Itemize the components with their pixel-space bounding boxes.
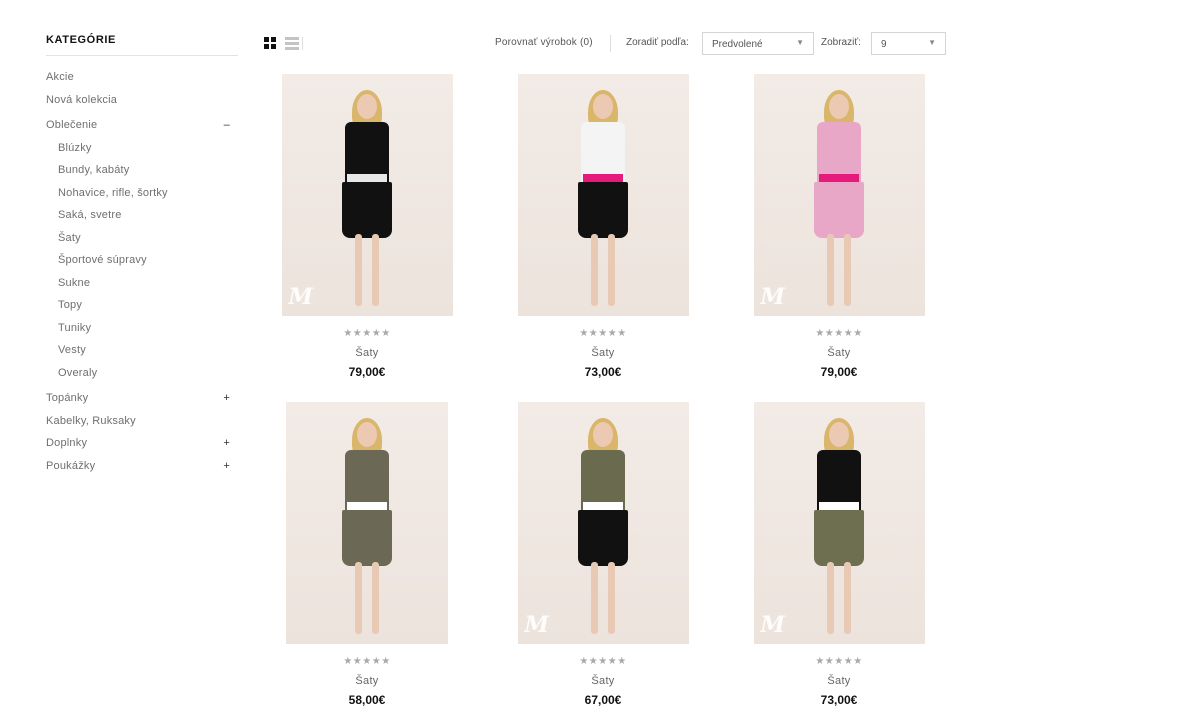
product-price: 73,00€ <box>820 693 858 707</box>
product-card[interactable]: ★★★★★ Šaty 58,00€ <box>249 402 485 707</box>
product-price: 73,00€ <box>584 365 622 379</box>
rating-stars: ★★★★★ <box>343 328 391 339</box>
product-price: 67,00€ <box>584 693 622 707</box>
product-card[interactable]: ★★★★★ Šaty 73,00€ <box>485 74 721 379</box>
product-price: 79,00€ <box>820 365 858 379</box>
sidebar-item[interactable]: Poukážky + <box>46 455 238 478</box>
sort-select[interactable]: Predvolené ▼ <box>702 32 814 55</box>
product-image[interactable]: M <box>281 74 453 316</box>
product-name[interactable]: Šaty <box>721 675 957 687</box>
sidebar-item[interactable]: Športové súpravy <box>46 249 238 272</box>
compare-products-link[interactable]: Porovnať výrobok (0) <box>495 37 593 48</box>
product-toolbar: Porovnať výrobok (0) Zoradiť podľa: Pred… <box>264 32 949 56</box>
product-card[interactable]: M ★★★★★ Šaty 73,00€ <box>721 402 957 707</box>
show-label: Zobraziť: <box>821 37 861 48</box>
chevron-down-icon: ▼ <box>928 38 936 47</box>
product-name[interactable]: Šaty <box>249 675 485 687</box>
sidebar-title: KATEGÓRIE <box>46 34 238 56</box>
sidebar-item[interactable]: Topy <box>46 294 238 317</box>
product-image[interactable]: M <box>753 74 925 316</box>
brand-logo-watermark: M <box>760 284 785 310</box>
product-price: 79,00€ <box>348 365 386 379</box>
sidebar-item[interactable]: Vesty <box>46 339 238 362</box>
show-count-value: 9 <box>881 39 887 50</box>
product-card[interactable]: M ★★★★★ Šaty 79,00€ <box>721 74 957 379</box>
collapse-icon[interactable]: – <box>224 114 230 137</box>
product-image[interactable]: M <box>517 402 689 644</box>
product-price: 58,00€ <box>348 693 386 707</box>
sidebar-item-label: Športové súpravy <box>58 254 147 266</box>
sidebar-item[interactable]: Šaty <box>46 227 238 250</box>
product-card[interactable]: M ★★★★★ Šaty 67,00€ <box>485 402 721 707</box>
sidebar-item-label: Nová kolekcia <box>46 93 118 106</box>
brand-logo-watermark: M <box>760 612 785 638</box>
expand-icon[interactable]: + <box>223 432 230 455</box>
view-divider <box>302 37 303 50</box>
product-name[interactable]: Šaty <box>485 347 721 359</box>
sort-label: Zoradiť podľa: <box>626 37 689 48</box>
product-image[interactable] <box>286 402 448 644</box>
sidebar-item-label: Tuniky <box>58 321 92 334</box>
brand-logo-watermark: M <box>524 612 549 638</box>
product-image[interactable]: M <box>753 402 925 644</box>
sidebar-item-label: Bundy, kabáty <box>58 164 130 176</box>
sidebar-item-label: Blúzky <box>58 141 92 154</box>
sidebar-item-label: Saká, svetre <box>58 209 122 221</box>
sidebar-item-label: Akcie <box>46 71 74 83</box>
product-name[interactable]: Šaty <box>485 675 721 687</box>
sidebar-item-label: Vesty <box>58 344 86 356</box>
expand-icon[interactable]: + <box>223 455 230 478</box>
product-name[interactable]: Šaty <box>721 347 957 359</box>
rating-stars: ★★★★★ <box>815 656 863 667</box>
sidebar-item-label: Doplnky <box>46 437 88 449</box>
sort-select-value: Predvolené <box>712 39 763 50</box>
category-sidebar: KATEGÓRIE Akcie Nová kolekcia Oblečenie – Bl… <box>46 34 238 477</box>
sidebar-item[interactable]: Nová kolekcia <box>46 89 238 112</box>
sidebar-item-label: Topánky <box>46 392 89 404</box>
sidebar-item-label: Kabelky, Ruksaky <box>46 414 136 427</box>
sidebar-item[interactable]: Kabelky, Ruksaky <box>46 410 238 433</box>
sidebar-item[interactable]: Oblečenie – <box>46 114 238 137</box>
sidebar-item[interactable]: Doplnky + <box>46 432 238 455</box>
grid-view-icon[interactable] <box>264 37 277 50</box>
list-view-icon[interactable] <box>285 37 299 50</box>
toolbar-divider <box>610 35 611 52</box>
rating-stars: ★★★★★ <box>343 656 391 667</box>
rating-stars: ★★★★★ <box>579 328 627 339</box>
sidebar-item-label: Poukážky <box>46 459 96 472</box>
rating-stars: ★★★★★ <box>579 656 627 667</box>
chevron-down-icon: ▼ <box>796 38 804 47</box>
sidebar-item[interactable]: Overaly <box>46 362 238 385</box>
brand-logo-watermark: M <box>288 284 313 310</box>
product-name[interactable]: Šaty <box>249 347 485 359</box>
sidebar-item[interactable]: Bundy, kabáty <box>46 159 238 182</box>
category-list: Akcie Nová kolekcia Oblečenie – Blúzky Bundy,… <box>46 66 238 477</box>
sidebar-item-label: Oblečenie <box>46 119 98 131</box>
sidebar-item-label: Overaly <box>58 366 98 379</box>
sidebar-item[interactable]: Nohavice, rifle, šortky <box>46 182 238 205</box>
sidebar-item[interactable]: Sukne <box>46 272 238 295</box>
sidebar-item-label: Šaty <box>58 231 81 244</box>
sidebar-item-label: Topy <box>58 299 83 311</box>
sidebar-item-label: Sukne <box>58 276 91 289</box>
product-image[interactable] <box>517 74 689 316</box>
sidebar-item-label: Nohavice, rifle, šortky <box>58 186 168 199</box>
show-count-select[interactable]: 9 ▼ <box>871 32 946 55</box>
rating-stars: ★★★★★ <box>815 328 863 339</box>
sidebar-item[interactable]: Akcie <box>46 66 238 89</box>
sidebar-item[interactable]: Topánky + <box>46 387 238 410</box>
sidebar-item[interactable]: Saká, svetre <box>46 204 238 227</box>
expand-icon[interactable]: + <box>223 387 230 410</box>
product-card[interactable]: M ★★★★★ Šaty 79,00€ <box>249 74 485 379</box>
sidebar-item[interactable]: Blúzky <box>46 137 238 160</box>
sidebar-item[interactable]: Tuniky <box>46 317 238 340</box>
